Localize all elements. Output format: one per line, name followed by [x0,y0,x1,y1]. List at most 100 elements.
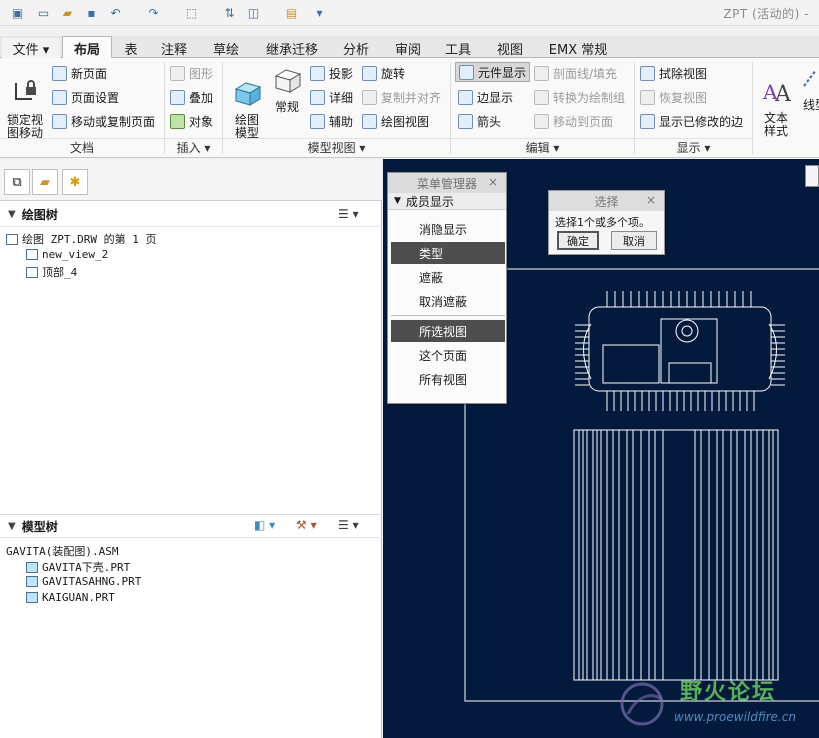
new-page-button[interactable]: 新页面 [52,64,107,82]
watermark-logo: 野火论坛 www.proewildfire.cn [610,672,816,734]
drawing-view-button[interactable]: 绘图视图 [362,112,429,130]
open-folder-icon[interactable]: ▰ [58,3,77,22]
detail-icon [310,89,325,105]
tree-item-label: GAVITA下壳.PRT [42,561,131,574]
resume-view-button[interactable]: 恢复视图 [640,88,707,106]
section-fill-button[interactable]: 剖面线/填充 [534,64,617,82]
menu-item-this-page[interactable]: 这个页面 [391,344,505,366]
copy-align-button[interactable]: 复制并对齐 [362,88,441,106]
menu-item-all-views[interactable]: 所有视图 [391,368,505,390]
lock-view-move-button[interactable]: 锁定视 图移动 [4,66,46,140]
drawing-model-button[interactable]: 绘图 模型 [228,66,266,140]
move-to-page-button[interactable]: 移动到页面 [534,112,613,130]
save-icon[interactable]: ▪ [82,3,101,22]
tab-tools[interactable]: 工具 [436,38,480,58]
front-view-lines [578,430,774,680]
text-style-button[interactable]: A A 文本 样式 [758,64,794,138]
graphic-label: 图形 [189,66,214,81]
arrow-button[interactable]: 箭头 [458,112,501,130]
graphic-button[interactable]: 图形 [170,64,213,82]
rotate-label: 旋转 [381,66,406,81]
detail-button[interactable]: 详细 [310,88,353,106]
text-style-icon: A A [762,80,792,107]
projection-button[interactable]: 投影 [310,64,353,82]
group-label-model-view[interactable]: 模型视图 ▾ [223,138,450,156]
select-box-icon[interactable]: ⬚ [182,3,201,22]
group-label-edit[interactable]: 编辑 ▾ [451,138,634,156]
menu-submenu-header[interactable]: ▼ 成员显示 [388,193,506,210]
tab-table[interactable]: 表 [114,38,148,58]
menu-item-unblank[interactable]: 取消遮蔽 [391,290,505,312]
object-button[interactable]: 对象 [170,112,213,130]
show-model-icon[interactable]: ◧ ▾ [254,518,275,532]
menu-item-selected-views[interactable]: 所选视图 [391,320,505,342]
heatsink-fins [575,291,785,411]
tree-filters-icon[interactable]: ⚒ ▾ [296,518,317,532]
model-tree-header[interactable]: ▼ 模型树 [0,514,382,538]
close-icon[interactable]: × [488,175,498,189]
show-modified-edges-button[interactable]: 显示已修改的边 [640,112,743,130]
model-tree-root[interactable]: GAVITA(装配图).ASM [6,543,118,559]
menu-item-type[interactable]: 类型 [391,242,505,264]
window-icon[interactable]: ◫ [244,3,263,22]
drawing-icon [6,233,18,245]
part-icon [26,561,38,573]
app-icon[interactable]: ▣ [8,3,27,22]
erase-view-button[interactable]: 拭除视图 [640,64,707,82]
tab-view[interactable]: 视图 [488,38,532,58]
close-icon[interactable]: × [646,193,656,207]
favorites-tab-icon[interactable]: ✱ [62,169,88,195]
new-file-icon[interactable]: ▭ [34,3,53,22]
tab-sketch[interactable]: 草绘 [204,38,248,58]
tab-legacy-migration[interactable]: 继承迁移 [256,38,328,58]
folder-browser-tab-icon[interactable]: ▰ [32,169,58,195]
close-window-icon[interactable]: ▤ [282,3,301,22]
tab-emx[interactable]: EMX 常规 [538,38,618,58]
tab-annotate[interactable]: 注释 [152,38,196,58]
menu-item-blank[interactable]: 遮蔽 [391,266,505,288]
tree-item[interactable]: new_view_2 [26,248,108,261]
group-label-insert[interactable]: 插入 ▾ [165,138,222,156]
panel-toggle-icon[interactable] [805,165,819,187]
tab-analysis[interactable]: 分析 [334,38,378,58]
move-copy-page-button[interactable]: 移动或复制页面 [52,112,155,130]
line-style-label: 线型 [802,98,819,112]
page-setup-button[interactable]: 页面设置 [52,88,119,106]
rotate-button[interactable]: 旋转 [362,64,405,82]
auxiliary-button[interactable]: 辅助 [310,112,353,130]
undo-icon[interactable]: ↶ [106,3,125,22]
select-dialog-message: 选择1个或多个项。 [555,216,650,229]
drawing-tree-root[interactable]: 绘图 ZPT.DRW 的第 1 页 [6,231,156,247]
select-dialog: 选择 × 选择1个或多个项。 确定 取消 [548,190,665,255]
cancel-button[interactable]: 取消 [611,231,657,250]
tree-settings-icon[interactable]: ☰ ▾ [338,207,359,221]
edge-display-button[interactable]: 边显示 [458,88,513,106]
tree-item[interactable]: 顶部_4 [26,264,77,280]
detail-label: 详细 [329,90,354,105]
show-modified-edges-icon [640,113,655,129]
tree-item[interactable]: GAVITA下壳.PRT [26,559,130,575]
tab-review[interactable]: 审阅 [386,38,430,58]
select-dialog-title-label: 选择 [594,194,619,209]
tree-item[interactable]: GAVITASAHNG.PRT [26,575,141,588]
tree-item[interactable]: KAIGUAN.PRT [26,591,115,604]
model-tree-tab-icon[interactable]: ⧉ [4,169,30,195]
general-view-button[interactable]: 常规 [270,66,304,114]
tree-columns-icon[interactable]: ☰ ▾ [338,518,359,532]
ok-button[interactable]: 确定 [557,231,599,250]
part-icon [26,592,38,603]
customize-toolbar-icon[interactable]: ▾ [310,3,329,22]
overlay-button[interactable]: 叠加 [170,88,213,106]
group-label-display[interactable]: 显示 ▾ [635,138,752,156]
redo-icon[interactable]: ↷ [144,3,163,22]
component-display-button[interactable]: 元件显示 [455,62,531,82]
edge-display-label: 边显示 [477,90,514,105]
tab-layout[interactable]: 布局 [62,36,112,59]
tree-item-label: KAIGUAN.PRT [42,591,115,604]
convert-group-button[interactable]: 转换为绘制组 [534,88,625,106]
tab-file[interactable]: 文件 ▾ [2,38,60,58]
menu-item-hidden-display[interactable]: 消隐显示 [391,218,505,240]
drawing-tree-header[interactable]: ▼ 绘图树 [0,203,382,227]
regenerate-icon[interactable]: ⇅ [220,3,239,22]
line-style-button[interactable]: 线型 [800,64,819,112]
